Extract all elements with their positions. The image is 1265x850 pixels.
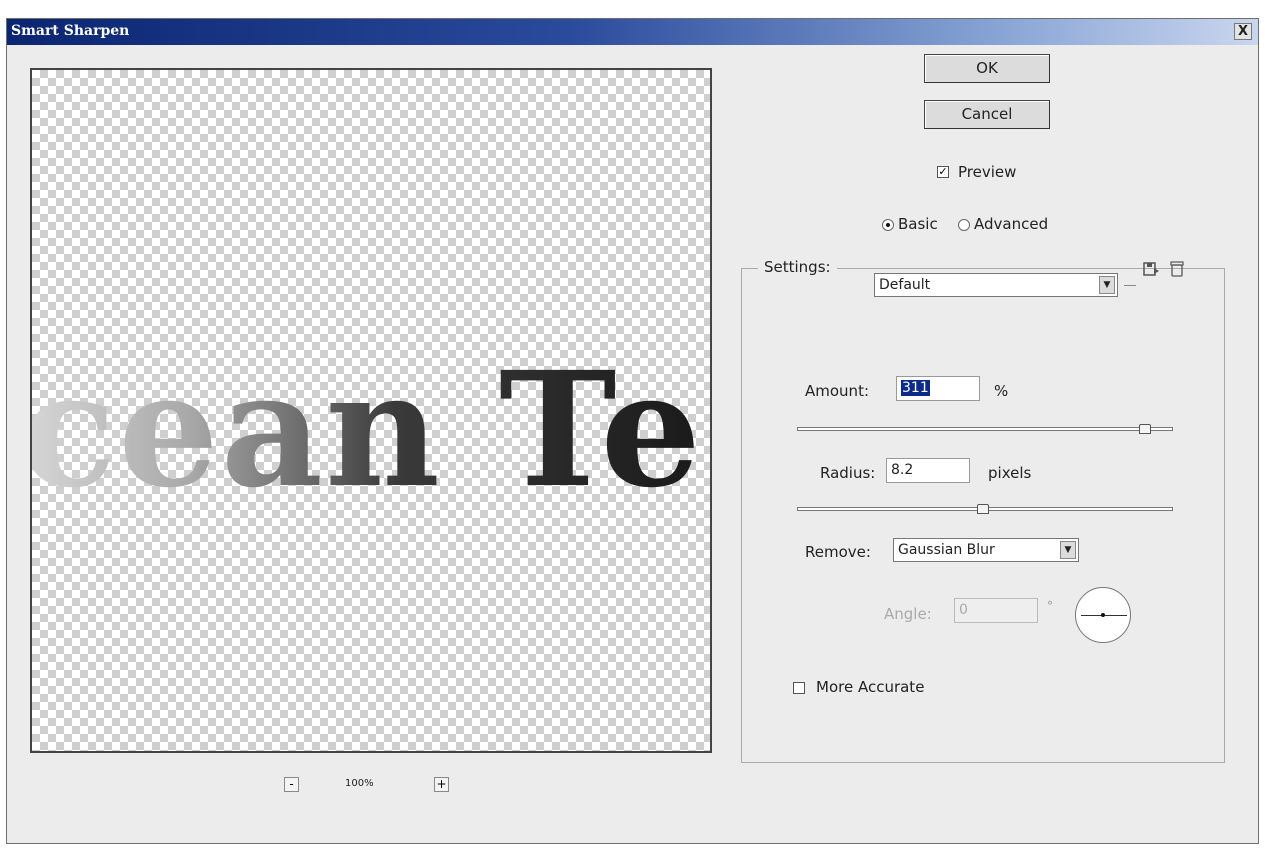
- settings-select[interactable]: Default ▼: [874, 273, 1118, 297]
- radius-input[interactable]: 8.2: [886, 458, 970, 483]
- title-bar[interactable]: Smart Sharpen X: [7, 19, 1258, 45]
- preview-checkbox-label: Preview: [958, 163, 1017, 181]
- basic-radio-label: Basic: [898, 215, 938, 233]
- amount-value: 311: [901, 380, 930, 396]
- amount-input[interactable]: 311: [896, 376, 980, 401]
- zoom-out-button[interactable]: -: [284, 777, 299, 792]
- dialog-title: Smart Sharpen: [11, 23, 130, 39]
- more-accurate-checkbox[interactable]: [793, 682, 805, 694]
- angle-dial-center: [1101, 613, 1105, 617]
- save-settings-icon[interactable]: [1142, 260, 1160, 278]
- chevron-down-icon: ▼: [1099, 276, 1115, 294]
- trash-icon[interactable]: [1168, 260, 1186, 278]
- amount-slider[interactable]: [797, 424, 1173, 434]
- angle-unit: °: [1047, 599, 1053, 613]
- preview-image-text: cean Te: [32, 338, 703, 523]
- remove-select[interactable]: Gaussian Blur ▼: [893, 538, 1079, 562]
- settings-select-value: Default: [879, 277, 931, 293]
- chevron-down-icon: ▼: [1060, 541, 1076, 559]
- preview-canvas[interactable]: cean Te: [30, 68, 712, 753]
- settings-label: Settings:: [758, 258, 837, 276]
- amount-label: Amount:: [805, 382, 869, 400]
- radius-slider[interactable]: [797, 504, 1173, 514]
- zoom-level: 100%: [345, 778, 374, 789]
- advanced-radio-label: Advanced: [974, 215, 1049, 233]
- ok-button[interactable]: OK: [924, 54, 1050, 83]
- amount-unit: %: [994, 382, 1009, 400]
- settings-group: [741, 268, 1225, 763]
- radius-unit: pixels: [988, 464, 1032, 482]
- cancel-button[interactable]: Cancel: [924, 100, 1050, 129]
- remove-select-value: Gaussian Blur: [898, 542, 995, 558]
- angle-label: Angle:: [884, 605, 932, 623]
- preview-checkbox[interactable]: ✓: [937, 166, 949, 178]
- basic-radio[interactable]: [882, 219, 894, 231]
- radius-slider-thumb[interactable]: [977, 504, 989, 514]
- more-accurate-label: More Accurate: [816, 678, 925, 696]
- advanced-radio[interactable]: [958, 219, 970, 231]
- amount-slider-thumb[interactable]: [1139, 424, 1151, 434]
- angle-input: 0: [954, 598, 1038, 623]
- zoom-in-button[interactable]: +: [434, 777, 449, 792]
- angle-dial: [1075, 587, 1131, 643]
- divider: [1124, 285, 1136, 286]
- close-button[interactable]: X: [1234, 23, 1252, 40]
- remove-label: Remove:: [805, 543, 871, 561]
- radius-label: Radius:: [820, 464, 876, 482]
